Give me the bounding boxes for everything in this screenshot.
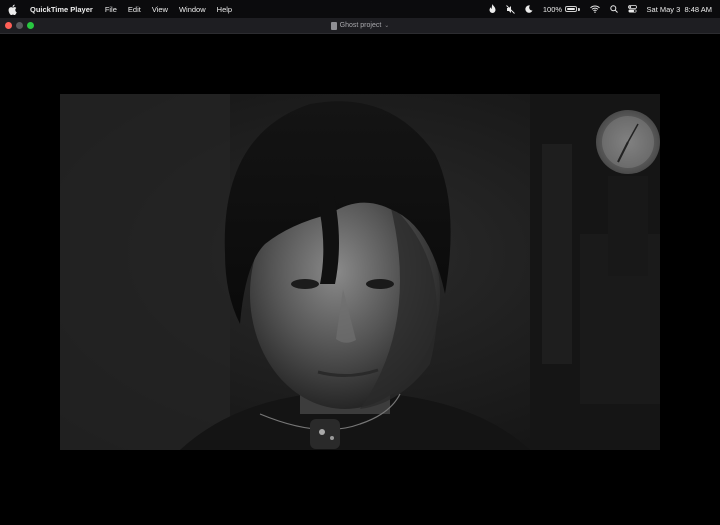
menu-bar: QuickTime Player File Edit View Window H… [0,0,720,18]
menu-bar-clock[interactable]: Sat May 3 8:48 AM [647,5,712,14]
moon-icon[interactable] [525,3,533,15]
app-name-menu[interactable]: QuickTime Player [30,5,93,14]
wifi-icon[interactable] [589,3,600,15]
window-title-text: Ghost project [339,22,382,29]
apple-logo-icon[interactable] [8,3,18,15]
flame-icon[interactable] [489,3,496,15]
battery-fill [567,8,576,10]
menu-file[interactable]: File [105,5,117,14]
video-frame-image [60,94,660,450]
battery-status[interactable]: 100% [543,5,580,14]
document-icon [330,21,337,30]
menu-bar-left: QuickTime Player File Edit View Window H… [8,3,243,15]
video-player-area[interactable] [0,34,720,525]
search-icon[interactable] [609,3,618,15]
mute-icon[interactable] [506,3,515,15]
battery-icon [565,6,578,12]
menu-window[interactable]: Window [179,5,206,14]
menu-edit[interactable]: Edit [128,5,141,14]
menu-help[interactable]: Help [217,5,232,14]
window-titlebar[interactable]: Ghost project ⌄ [0,18,720,34]
battery-percent: 100% [542,4,563,14]
menu-view[interactable]: View [152,5,168,14]
control-center-icon[interactable] [627,3,637,15]
menu-bar-status: 100% Sat May 3 8:48 AM [489,3,712,15]
battery-nub [578,7,580,11]
chevron-down-icon[interactable]: ⌄ [384,22,389,29]
window-title[interactable]: Ghost project ⌄ [0,18,720,33]
video-frame[interactable] [60,94,660,450]
